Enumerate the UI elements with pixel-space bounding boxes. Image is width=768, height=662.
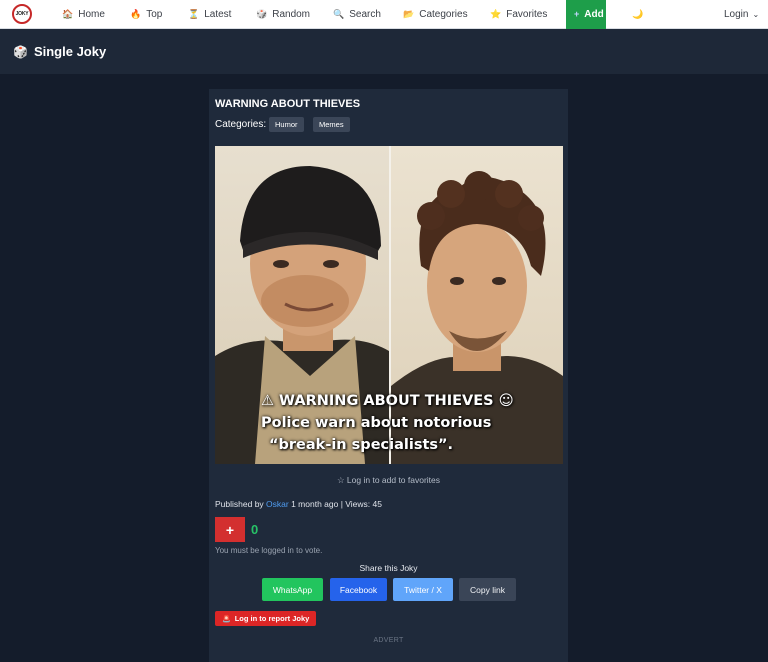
login-dropdown[interactable]: Login ⌄: [724, 0, 759, 29]
nav-favorites[interactable]: ⭐ Favorites: [490, 0, 547, 29]
vote-count: 0: [251, 522, 259, 537]
nav-random-label: Random: [272, 9, 311, 20]
nav-random[interactable]: 🎲 Random: [256, 0, 310, 29]
published-info: Published by Oskar 1 month ago | Views: …: [215, 499, 382, 509]
login-label: Login: [724, 9, 749, 20]
top-navbar: JOKY 🏠 Home 🔥 Top ⏳ Latest 🎲 Random 🔍 Se…: [0, 0, 768, 29]
chevron-down-icon: ⌄: [752, 10, 760, 19]
copy-link-button[interactable]: Copy link: [459, 578, 516, 601]
caption-line-1: ⚠ WARNING ABOUT THIEVES ☺: [261, 393, 514, 409]
star-icon: ⭐: [490, 9, 502, 19]
folder-icon: 📂: [403, 9, 415, 19]
joke-card: WARNING ABOUT THIEVES Categories: Humor …: [209, 89, 568, 662]
dice-icon: 🎲: [256, 9, 268, 19]
joke-title: WARNING ABOUT THIEVES: [215, 98, 361, 110]
published-suffix: 1 month ago | Views: 45: [291, 499, 382, 509]
share-title: Share this Joky: [359, 563, 418, 573]
nav-search[interactable]: 🔍 Search: [333, 0, 381, 29]
published-prefix: Published by: [215, 499, 264, 509]
nav-add-label: Add: [584, 9, 604, 20]
advert-label: ADVERT: [373, 637, 404, 644]
dice-icon: 🎲: [13, 44, 28, 59]
page-header: 🎲 Single Joky: [0, 29, 768, 74]
nav-categories-label: Categories: [419, 9, 468, 20]
report-button[interactable]: 🚨 Log in to report Joky: [215, 611, 317, 626]
caption-line-3: “break-in specialists”.: [269, 437, 454, 453]
nav-home-label: Home: [78, 9, 105, 20]
nav-latest[interactable]: ⏳ Latest: [188, 0, 231, 29]
hourglass-icon: ⏳: [188, 9, 200, 19]
category-badge-humor[interactable]: Humor: [269, 117, 304, 132]
favorites-login-link[interactable]: ☆ Log in to add to favorites: [209, 475, 568, 486]
search-icon: 🔍: [333, 9, 345, 19]
fire-icon: 🔥: [130, 9, 142, 19]
theme-toggle[interactable]: 🌙: [632, 0, 648, 29]
joke-image: ⚠ WARNING ABOUT THIEVES ☺ Police warn ab…: [215, 146, 563, 464]
nav-top-label: Top: [146, 9, 163, 20]
vote-login-note: You must be logged in to vote.: [215, 546, 323, 555]
joky-logo[interactable]: JOKY: [12, 4, 32, 24]
siren-icon: 🚨: [222, 615, 231, 623]
nav-home[interactable]: 🏠 Home: [62, 0, 105, 29]
moon-icon: 🌙: [632, 9, 644, 19]
nav-top[interactable]: 🔥 Top: [130, 0, 162, 29]
nav-add-button[interactable]: + Add: [566, 0, 606, 29]
nav-search-label: Search: [349, 9, 381, 20]
category-badge-memes[interactable]: Memes: [313, 117, 350, 132]
image-caption: ⚠ WARNING ABOUT THIEVES ☺ Police warn ab…: [261, 390, 561, 456]
share-whatsapp-button[interactable]: WhatsApp: [262, 578, 323, 601]
report-label: Log in to report Joky: [234, 614, 310, 623]
categories-label: Categories:: [215, 119, 267, 130]
nav-categories[interactable]: 📂 Categories: [403, 0, 468, 29]
caption-line-2: Police warn about notorious: [261, 415, 492, 431]
share-twitter-button[interactable]: Twitter / X: [393, 578, 453, 601]
house-icon: 🏠: [62, 9, 74, 19]
upvote-button[interactable]: +: [215, 517, 245, 542]
page-title-text: Single Joky: [33, 44, 107, 59]
plus-icon: +: [574, 9, 580, 19]
nav-favorites-label: Favorites: [506, 9, 548, 20]
author-link[interactable]: Oskar: [266, 499, 289, 509]
nav-latest-label: Latest: [204, 9, 232, 20]
page-title: 🎲 Single Joky: [13, 44, 106, 59]
share-facebook-button[interactable]: Facebook: [330, 578, 387, 601]
